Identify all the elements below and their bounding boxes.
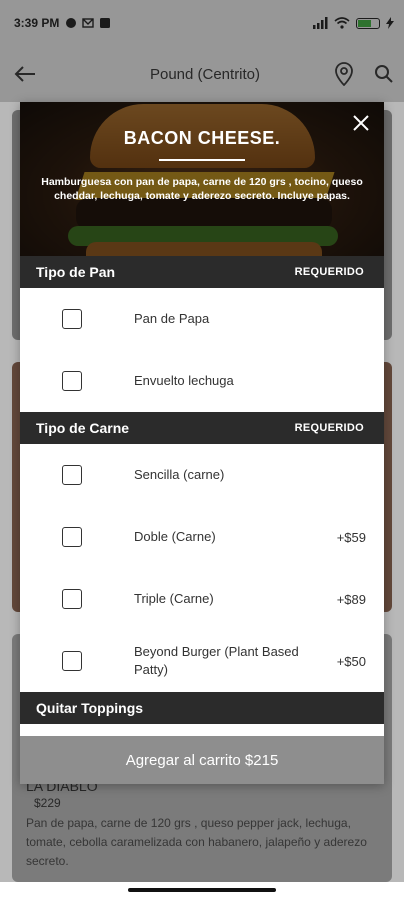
section-title: Tipo de Pan (36, 264, 116, 280)
required-badge: REQUERIDO (294, 422, 364, 434)
option-price: +$50 (336, 653, 366, 669)
option-beyond-burger[interactable]: Beyond Burger (Plant Based Patty) +$50 (20, 630, 384, 692)
option-envuelto-lechuga[interactable]: Envuelto lechuga (20, 350, 384, 412)
product-hero: BACON CHEESE. Hamburguesa con pan de pap… (20, 102, 384, 256)
option-label: Triple (Carne) (134, 591, 214, 606)
option-checkbox[interactable] (62, 589, 82, 609)
option-triple[interactable]: Triple (Carne) +$89 (20, 568, 384, 630)
section-title: Quitar Toppings (36, 700, 144, 716)
close-icon (353, 115, 369, 131)
option-checkbox[interactable] (62, 527, 82, 547)
option-label: Pan de Papa (134, 311, 210, 326)
product-title: BACON CHEESE. (123, 128, 281, 148)
close-button[interactable] (346, 108, 376, 138)
option-price: +$59 (336, 529, 366, 545)
product-modal: BACON CHEESE. Hamburguesa con pan de pap… (20, 102, 384, 784)
option-checkbox[interactable] (62, 651, 82, 671)
option-sencilla[interactable]: Sencilla (carne) (20, 444, 384, 506)
add-to-cart-button[interactable]: Agregar al carrito $215 (20, 736, 384, 784)
option-price: +$89 (336, 591, 366, 607)
option-pan-de-papa[interactable]: Pan de Papa (20, 288, 384, 350)
option-label: Envuelto lechuga (134, 373, 234, 388)
option-checkbox[interactable] (62, 371, 82, 391)
section-header-tipo-de-carne: Tipo de Carne REQUERIDO (20, 412, 384, 444)
option-label: Sencilla (carne) (134, 467, 225, 482)
product-description: Hamburguesa con pan de papa, carne de 12… (41, 176, 363, 202)
home-indicator[interactable] (128, 888, 276, 892)
section-header-quitar-toppings: Quitar Toppings (20, 692, 384, 724)
option-label: Doble (Carne) (134, 529, 216, 544)
title-underline (159, 159, 245, 161)
system-nav-bar (0, 882, 404, 900)
section-header-tipo-de-pan: Tipo de Pan REQUERIDO (20, 256, 384, 288)
option-doble[interactable]: Doble (Carne) +$59 (20, 506, 384, 568)
section-title: Tipo de Carne (36, 420, 130, 436)
option-checkbox[interactable] (62, 465, 82, 485)
option-label: Beyond Burger (Plant Based Patty) (134, 644, 299, 677)
option-checkbox[interactable] (62, 309, 82, 329)
required-badge: REQUERIDO (294, 266, 364, 278)
